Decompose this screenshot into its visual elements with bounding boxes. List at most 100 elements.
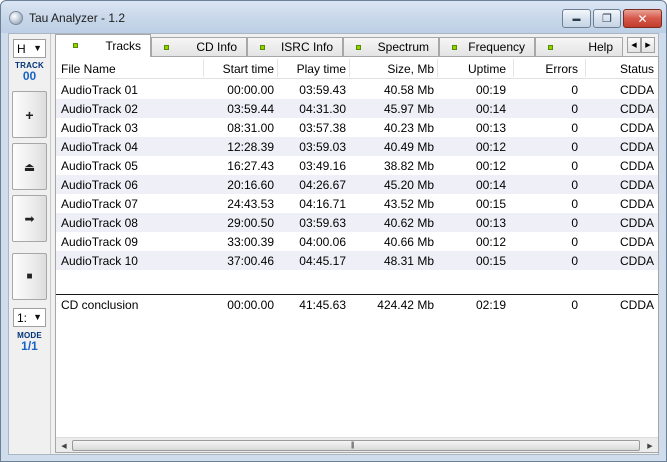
column-divider[interactable] [585, 59, 586, 77]
uptime-cell: 00:14 [475, 102, 506, 116]
status-cell: CDDA [620, 159, 655, 173]
eject-button[interactable]: ⏏ [12, 143, 47, 190]
tab-frequency[interactable]: Frequency [439, 37, 535, 56]
scroll-right-button[interactable]: ▶ [644, 440, 656, 451]
table-row[interactable]: AudioTrack 09 33:00.39 04:00.06 40.66 Mb 00:… [56, 232, 658, 251]
tab-scroll-left-button[interactable]: ◀ [627, 37, 641, 53]
start-time-cell: 37:00.46 [227, 254, 274, 268]
errors-cell: 0 [571, 298, 578, 312]
arrow-left-icon: ◀ [61, 442, 67, 450]
start-time-cell: 00:00.00 [227, 298, 274, 312]
column-header-size[interactable]: Size, Mb [387, 62, 434, 76]
stop-button[interactable]: ■ [12, 253, 47, 300]
maximize-button[interactable]: ❐ [593, 9, 621, 28]
status-cell: CDDA [620, 140, 655, 154]
column-divider[interactable] [203, 59, 204, 77]
table-row[interactable]: AudioTrack 01 00:00.00 03:59.43 40.58 Mb 00:… [56, 80, 658, 99]
play-time-cell: 41:45.63 [299, 298, 346, 312]
column-header-status[interactable]: Status [620, 62, 654, 76]
play-time-cell: 03:59.63 [299, 216, 346, 230]
table-row[interactable]: AudioTrack 04 12:28.39 03:59.03 40.49 Mb 00:… [56, 137, 658, 156]
table-row[interactable]: AudioTrack 07 24:43.53 04:16.71 43.52 Mb 00:… [56, 194, 658, 213]
status-cell: CDDA [620, 121, 655, 135]
tab-scroll-right-button[interactable]: ▶ [641, 37, 655, 53]
start-time-cell: 24:43.53 [227, 197, 274, 211]
errors-cell: 0 [571, 254, 578, 268]
close-icon: ✕ [637, 11, 648, 26]
column-header-start-time[interactable]: Start time [223, 62, 274, 76]
start-time-cell: 33:00.39 [227, 235, 274, 249]
table-row[interactable]: AudioTrack 08 29:00.50 03:59.63 40.62 Mb 00:… [56, 213, 658, 232]
uptime-cell: 00:19 [475, 83, 506, 97]
app-icon[interactable] [9, 11, 23, 25]
arrow-left-icon: ◀ [631, 42, 637, 49]
summary-row: CD conclusion 00:00.00 41:45.63 424.42 Mb 02… [56, 295, 658, 314]
errors-cell: 0 [571, 197, 578, 211]
play-time-cell: 03:49.16 [299, 159, 346, 173]
status-cell: CDDA [620, 178, 655, 192]
mode-select[interactable]: 1: ▼ [13, 308, 46, 327]
close-button[interactable]: ✕ [623, 9, 662, 28]
size-cell: 40.23 Mb [383, 121, 434, 135]
table-row[interactable]: AudioTrack 06 20:16.60 04:26.67 45.20 Mb 00:… [56, 175, 658, 194]
size-cell: 43.52 Mb [383, 197, 434, 211]
uptime-cell: 00:13 [475, 216, 506, 230]
window-title: Tau Analyzer - 1.2 [29, 11, 126, 25]
drive-select-value: H [17, 41, 26, 56]
play-time-cell: 04:16.71 [299, 197, 346, 211]
file-name-cell: AudioTrack 09 [61, 235, 138, 249]
tab-label: Frequency [468, 40, 525, 54]
column-divider[interactable] [349, 59, 350, 77]
play-time-cell: 03:57.38 [299, 121, 346, 135]
status-cell: CDDA [620, 216, 655, 230]
file-name-cell: CD conclusion [61, 298, 139, 312]
horizontal-scrollbar[interactable]: ◀ ||| ▶ [56, 437, 658, 452]
column-divider[interactable] [513, 59, 514, 77]
chevron-down-icon: ▼ [33, 312, 42, 322]
size-cell: 45.20 Mb [383, 178, 434, 192]
tab-isrc-info[interactable]: ISRC Info [247, 37, 343, 56]
file-name-cell: AudioTrack 07 [61, 197, 138, 211]
tab-help[interactable]: Help [535, 37, 623, 56]
column-header-uptime[interactable]: Uptime [468, 62, 506, 76]
minimize-button[interactable]: ▬ [562, 9, 591, 28]
arrow-right-icon: ▶ [645, 42, 651, 49]
errors-cell: 0 [571, 235, 578, 249]
add-button[interactable]: + [12, 91, 47, 138]
table-row[interactable]: AudioTrack 03 08:31.00 03:57.38 40.23 Mb 00:… [56, 118, 658, 137]
title-bar[interactable]: Tau Analyzer - 1.2 ▬ ❐ ✕ [1, 1, 666, 33]
size-cell: 38.82 Mb [383, 159, 434, 173]
file-name-cell: AudioTrack 01 [61, 83, 138, 97]
maximize-icon: ❐ [602, 13, 612, 25]
tab-label: Spectrum [377, 40, 429, 54]
table-row[interactable]: AudioTrack 05 16:27.43 03:49.16 38.82 Mb 00:… [56, 156, 658, 175]
start-time-cell: 20:16.60 [227, 178, 274, 192]
tab-status-led-icon [548, 45, 553, 50]
tab-cd-info[interactable]: CD Info [151, 37, 247, 56]
scrollbar-thumb[interactable]: ||| [72, 440, 640, 451]
tab-label: ISRC Info [280, 40, 333, 54]
column-header-file-name[interactable]: File Name [61, 62, 116, 76]
column-header-errors[interactable]: Errors [545, 62, 578, 76]
grid-header: File Name Start time Play time Size, Mb … [56, 57, 658, 79]
start-time-cell: 08:31.00 [227, 121, 274, 135]
tab-spectrum[interactable]: Spectrum [343, 37, 439, 56]
play-time-cell: 03:59.03 [299, 140, 346, 154]
scroll-left-button[interactable]: ◀ [58, 440, 70, 451]
minimize-icon: ▬ [572, 14, 581, 23]
next-button[interactable]: ➡ [12, 195, 47, 242]
column-divider[interactable] [277, 59, 278, 77]
table-row[interactable]: AudioTrack 02 03:59.44 04:31.30 45.97 Mb 00:… [56, 99, 658, 118]
file-name-cell: AudioTrack 03 [61, 121, 138, 135]
table-row[interactable]: AudioTrack 10 37:00.46 04:45.17 48.31 Mb 00:… [56, 251, 658, 270]
drive-select[interactable]: H ▼ [13, 39, 46, 58]
uptime-cell: 00:12 [475, 235, 506, 249]
tab-status-led-icon [356, 45, 361, 50]
column-header-play-time[interactable]: Play time [297, 62, 346, 76]
tab-tracks[interactable]: Tracks [55, 34, 151, 57]
column-divider[interactable] [437, 59, 438, 77]
start-time-cell: 03:59.44 [227, 102, 274, 116]
errors-cell: 0 [571, 140, 578, 154]
file-name-cell: AudioTrack 05 [61, 159, 138, 173]
tab-status-led-icon [164, 45, 169, 50]
